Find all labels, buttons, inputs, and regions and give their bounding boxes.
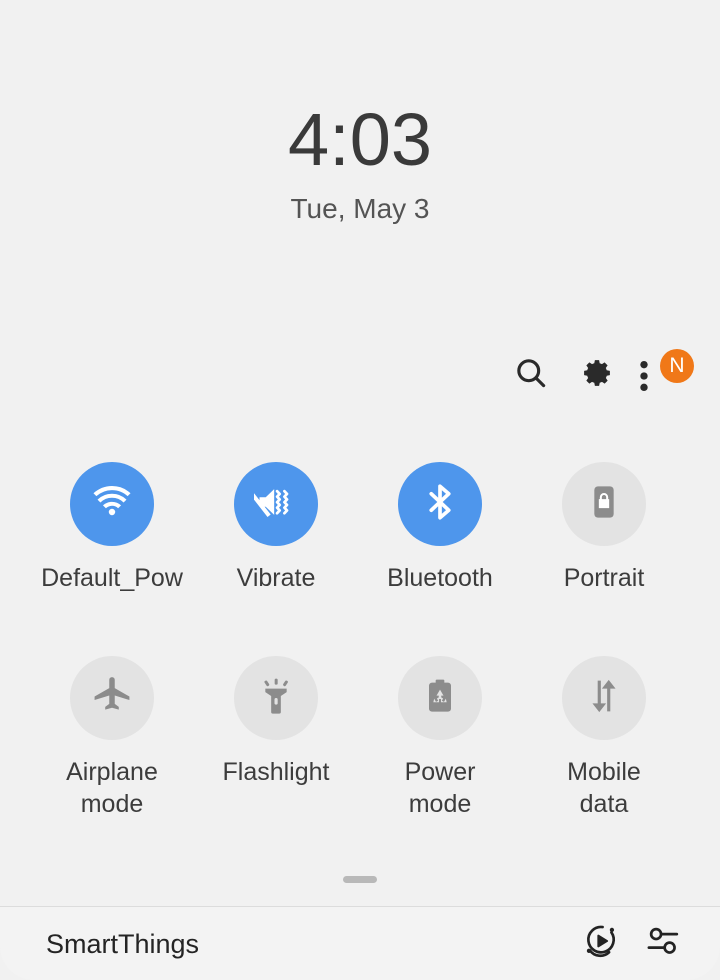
tile-power-mode[interactable]: Power mode <box>358 656 522 820</box>
tile-flashlight[interactable]: Flashlight <box>194 656 358 820</box>
tile-label: Vibrate <box>236 564 316 592</box>
quick-settings-tiles: Default_Pow Vibrate Bluetooth Portrait A… <box>0 462 720 820</box>
smartthings-label[interactable]: SmartThings <box>46 927 570 961</box>
header-actions: N <box>0 345 720 405</box>
more-options-button[interactable]: N <box>630 345 696 405</box>
media-output-button[interactable] <box>570 913 632 975</box>
tile-row-2: Airplane mode Flashlight Power mode Mobi… <box>0 656 720 820</box>
tile-label: Portrait <box>563 564 645 592</box>
tile-label: Power mode <box>404 758 476 818</box>
bottom-bar: SmartThings <box>0 906 720 980</box>
gear-icon <box>579 355 615 396</box>
device-controls-button[interactable] <box>632 913 694 975</box>
tile-portrait[interactable]: Portrait <box>522 462 686 594</box>
tile-label: Bluetooth <box>387 564 493 592</box>
more-options-icon <box>638 359 650 398</box>
tile-icon-wrapper[interactable] <box>398 462 482 546</box>
tile-mobile-data[interactable]: Mobile data <box>522 656 686 820</box>
tile-icon-wrapper[interactable] <box>398 656 482 740</box>
flashlight-icon <box>256 676 296 721</box>
tile-label: Default_Pow <box>41 564 183 592</box>
panel-drag-handle[interactable] <box>343 876 377 883</box>
vibrate-icon <box>247 480 298 529</box>
tile-icon-wrapper[interactable] <box>234 656 318 740</box>
tile-default-pow[interactable]: Default_Pow <box>30 462 194 594</box>
bluetooth-icon <box>419 481 461 528</box>
clock-area: 4:03 Tue, May 3 <box>0 0 720 226</box>
tile-icon-wrapper[interactable] <box>562 656 646 740</box>
device-controls-icon <box>645 923 681 964</box>
clock-time[interactable]: 4:03 <box>0 98 720 182</box>
tile-row-1: Default_Pow Vibrate Bluetooth Portrait <box>0 462 720 594</box>
tile-icon-wrapper[interactable] <box>70 656 154 740</box>
clock-date[interactable]: Tue, May 3 <box>0 192 720 226</box>
media-output-icon <box>582 922 620 965</box>
tile-airplane-mode[interactable]: Airplane mode <box>30 656 194 820</box>
tile-vibrate[interactable]: Vibrate <box>194 462 358 594</box>
tile-icon-wrapper[interactable] <box>234 462 318 546</box>
mobile-data-icon <box>583 675 625 722</box>
search-button[interactable] <box>498 345 564 405</box>
tile-label: Mobile data <box>567 758 641 818</box>
tile-icon-wrapper[interactable] <box>70 462 154 546</box>
power-mode-icon <box>420 676 460 721</box>
tile-label: Flashlight <box>222 758 330 786</box>
airplane-icon <box>90 674 134 723</box>
tile-label: Airplane mode <box>66 758 158 818</box>
settings-button[interactable] <box>564 345 630 405</box>
wifi-icon <box>90 480 134 529</box>
tile-bluetooth[interactable]: Bluetooth <box>358 462 522 594</box>
quick-settings-panel: 4:03 Tue, May 3 N Default_Pow Vibrate Bl… <box>0 0 720 980</box>
tile-icon-wrapper[interactable] <box>562 462 646 546</box>
search-icon <box>513 355 549 396</box>
rotation-lock-icon <box>584 482 624 527</box>
notification-badge: N <box>660 349 694 383</box>
